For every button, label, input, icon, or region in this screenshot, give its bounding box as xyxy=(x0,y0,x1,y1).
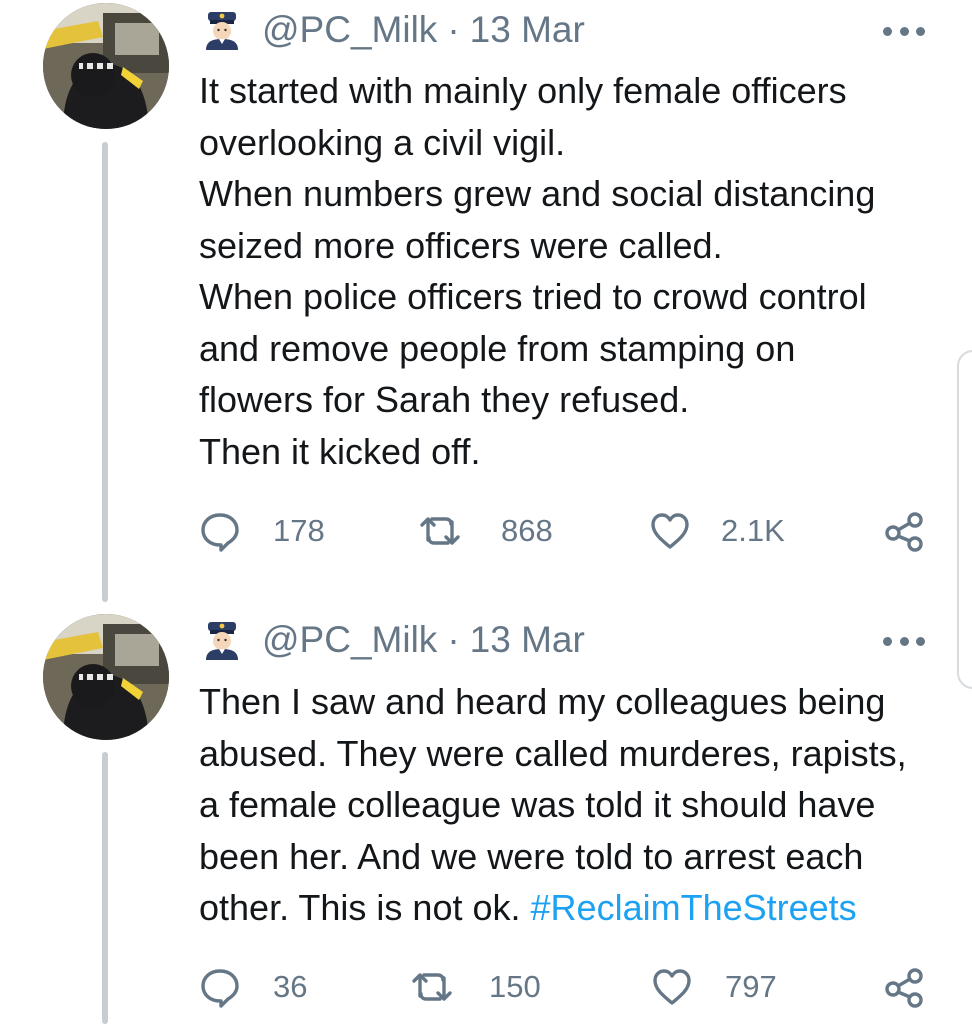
tweet-1[interactable]: @PC_Milk · 13 Mar It started with mainly… xyxy=(0,0,972,602)
tweet-text-line: Then I saw and heard my colleagues being xyxy=(199,681,886,722)
heart-icon xyxy=(653,969,691,1005)
tweet-text: It started with mainly only female offic… xyxy=(199,65,939,477)
heart-icon xyxy=(651,513,689,549)
avatar-photo-icon xyxy=(43,614,169,740)
thread-connector xyxy=(102,142,108,602)
reply-bubble-icon xyxy=(201,513,239,552)
like-button[interactable]: 797 xyxy=(651,962,777,1012)
share-button[interactable] xyxy=(883,506,925,556)
separator: · xyxy=(447,9,460,50)
reply-bubble-icon xyxy=(201,969,239,1008)
reply-count: 36 xyxy=(273,969,308,1004)
tweet-text-fragment: other. This is not ok. xyxy=(199,887,521,928)
tweet-text-line: Then it kicked off. xyxy=(199,430,481,472)
more-dots-icon[interactable] xyxy=(883,634,925,648)
tweet-actions: 36 150 797 xyxy=(199,962,939,1012)
tweet-text-line: When numbers grew and social distancing xyxy=(199,173,876,214)
tweet-text-line-last: other. This is not ok. #ReclaimTheStreet… xyxy=(199,882,939,934)
retweet-count: 150 xyxy=(489,969,541,1004)
retweet-icon xyxy=(420,517,460,545)
retweet-button[interactable]: 868 xyxy=(419,506,553,556)
avatar[interactable] xyxy=(43,614,169,740)
avatar[interactable] xyxy=(43,3,169,129)
tweet-text-line: seized more officers were called. xyxy=(199,224,723,266)
police-officer-emoji-icon xyxy=(206,622,238,660)
thread-connector xyxy=(102,752,108,1024)
reply-button[interactable]: 178 xyxy=(199,506,325,556)
tweet-text-line: overlooking a civil vigil. xyxy=(199,121,566,163)
share-icon xyxy=(885,512,923,552)
share-icon xyxy=(885,968,923,1008)
author-handle[interactable]: @PC_Milk xyxy=(262,619,437,661)
tweet-text: Then I saw and heard my colleagues being… xyxy=(199,676,939,934)
separator: · xyxy=(447,619,460,660)
like-count: 797 xyxy=(725,969,777,1004)
tweet-text-line: When police officers tried to crowd cont… xyxy=(199,276,867,317)
retweet-button[interactable]: 150 xyxy=(411,962,541,1012)
tweet-text-line: flowers for Sarah they refused. xyxy=(199,379,690,420)
tweet-text-line: abused. They were called murderes, rapis… xyxy=(199,732,907,774)
retweet-count: 868 xyxy=(501,513,553,548)
police-officer-emoji-icon xyxy=(206,12,238,50)
avatar-photo-icon xyxy=(43,3,169,129)
tweet-date[interactable]: 13 Mar xyxy=(470,619,585,661)
tweet-2[interactable]: @PC_Milk · 13 Mar Then I saw and heard m… xyxy=(0,600,972,1024)
tweet-date[interactable]: 13 Mar xyxy=(470,9,585,51)
reply-count: 178 xyxy=(273,513,325,548)
author-handle[interactable]: @PC_Milk xyxy=(262,9,437,51)
tweet-actions: 178 868 2.1K xyxy=(199,506,939,556)
tweet-text-line: been her. And we were told to arrest eac… xyxy=(199,835,864,877)
tweet-text-line: a female colleague was told it should ha… xyxy=(199,784,876,825)
tweet-header: @PC_Milk · 13 Mar xyxy=(202,617,585,663)
like-button[interactable]: 2.1K xyxy=(649,506,785,556)
tweet-header: @PC_Milk · 13 Mar xyxy=(202,7,585,53)
tweet-text-line: It started with mainly only female offic… xyxy=(199,70,847,111)
hashtag-link[interactable]: #ReclaimTheStreets xyxy=(531,887,857,928)
like-count: 2.1K xyxy=(721,513,785,548)
tweet-text-line: and remove people from stamping on xyxy=(199,327,796,369)
more-dots-icon[interactable] xyxy=(883,24,925,38)
reply-button[interactable]: 36 xyxy=(199,962,307,1012)
retweet-icon xyxy=(412,973,452,1001)
share-button[interactable] xyxy=(883,962,925,1012)
